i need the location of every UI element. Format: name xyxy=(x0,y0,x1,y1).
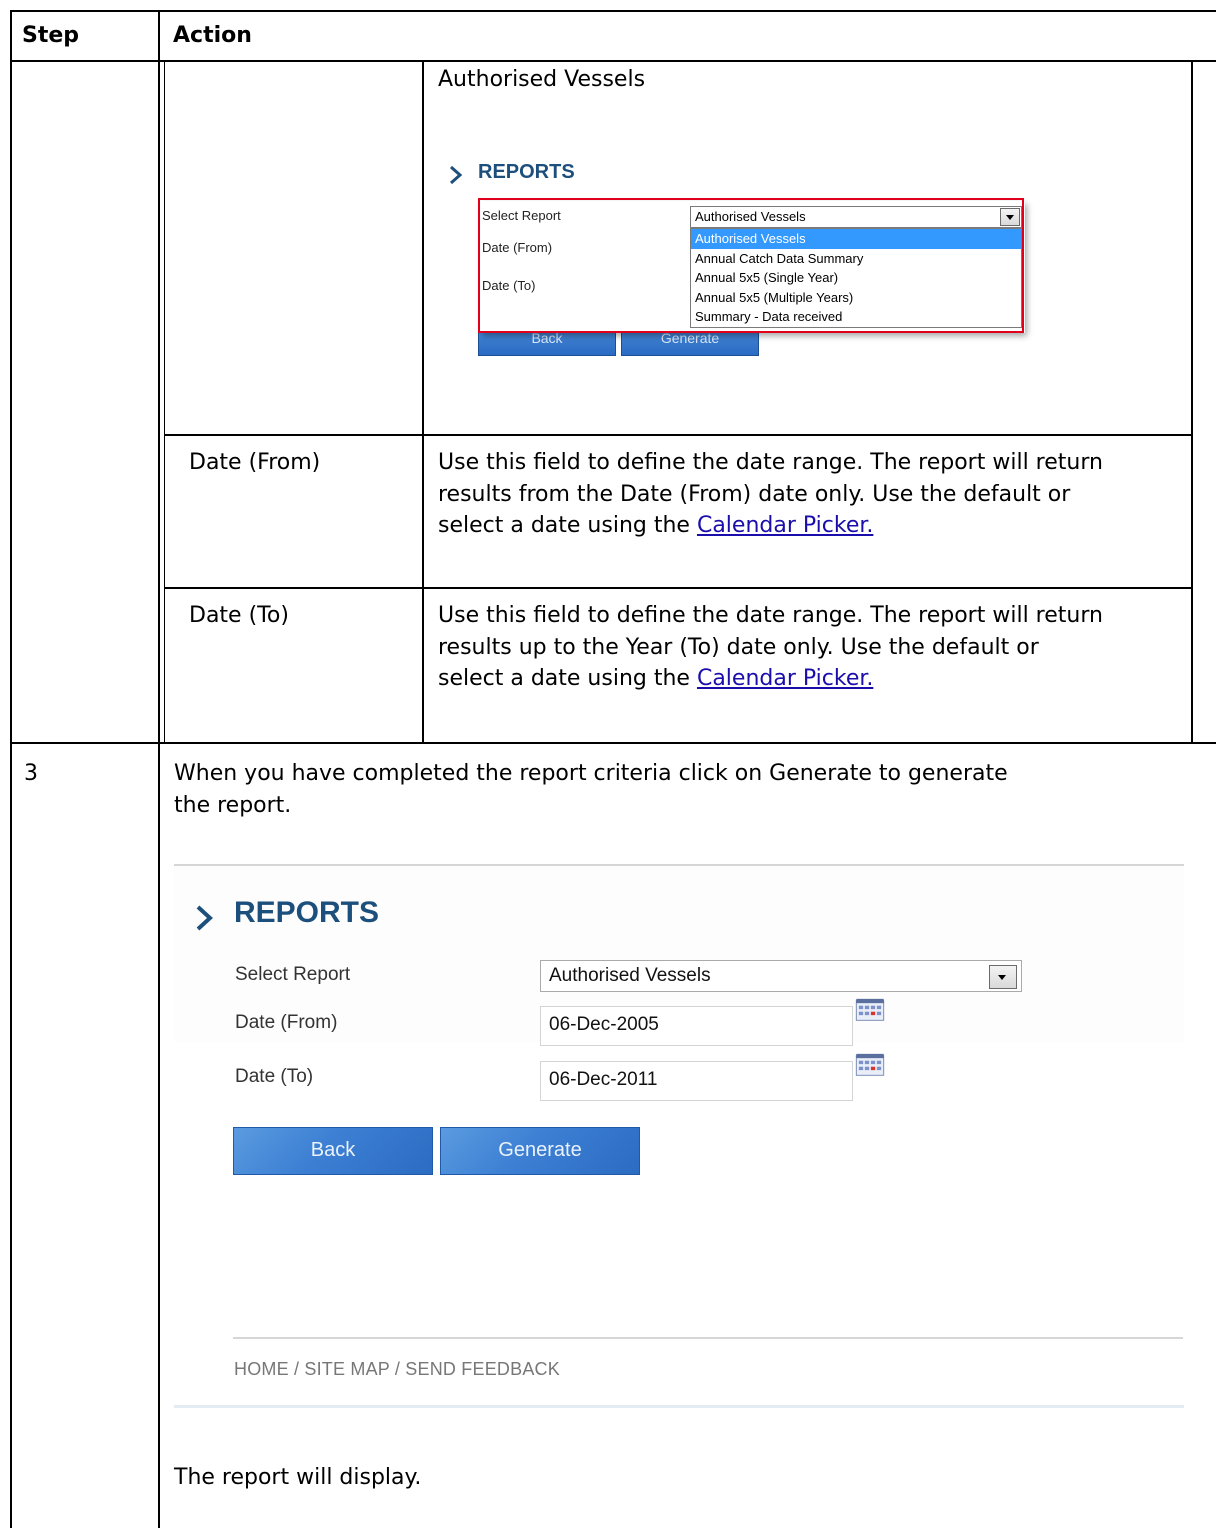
reports-heading-small: REPORTS xyxy=(478,161,575,183)
footer-links[interactable]: HOME / SITE MAP / SEND FEEDBACK xyxy=(234,1359,560,1380)
dropdown-arrow-icon[interactable] xyxy=(989,965,1017,989)
chevron-right-icon xyxy=(196,905,213,931)
date-to-desc-2: results up to the Year (To) date only. U… xyxy=(438,635,1039,660)
date-from-input[interactable]: 06-Dec-2005 xyxy=(540,1006,853,1046)
highlight-box xyxy=(478,198,1024,333)
report-select-value: Authorised Vessels xyxy=(549,965,711,986)
reports-heading-large: REPORTS xyxy=(234,896,380,929)
back-button[interactable]: Back xyxy=(233,1127,433,1175)
date-from-desc-3: select a date using the Calendar Picker. xyxy=(438,510,873,541)
date-from-desc-3-text: select a date using the xyxy=(438,513,697,538)
date-to-input[interactable]: 06-Dec-2011 xyxy=(540,1061,853,1101)
select-report-label: Select Report xyxy=(235,964,351,985)
calendar-icon[interactable] xyxy=(853,1053,887,1077)
chevron-right-icon xyxy=(450,165,463,185)
date-to-field: Date (To) xyxy=(189,603,289,628)
header-step: Step xyxy=(22,23,80,48)
field-title: Authorised Vessels xyxy=(438,67,646,92)
calendar-icon[interactable] xyxy=(853,998,887,1022)
calendar-picker-link[interactable]: Calendar Picker. xyxy=(697,513,873,538)
date-from-field: Date (From) xyxy=(189,450,321,475)
date-from-desc-1: Use this field to define the date range.… xyxy=(438,450,1103,475)
date-from-label: Date (From) xyxy=(235,1012,338,1033)
calendar-picker-link[interactable]: Calendar Picker. xyxy=(697,666,873,691)
report-select[interactable]: Authorised Vessels xyxy=(540,960,1022,992)
date-to-desc-1: Use this field to define the date range.… xyxy=(438,603,1103,628)
date-from-desc-2: results from the Date (From) date only. … xyxy=(438,482,1071,507)
instruction-line-2: the report. xyxy=(174,793,292,818)
step-number: 3 xyxy=(24,761,38,786)
header-action: Action xyxy=(173,23,252,48)
generate-button[interactable]: Generate xyxy=(440,1127,640,1175)
date-to-desc-3: select a date using the Calendar Picker. xyxy=(438,663,873,694)
date-to-desc-3-text: select a date using the xyxy=(438,666,697,691)
result-text: The report will display. xyxy=(174,1465,422,1490)
date-to-label: Date (To) xyxy=(235,1066,314,1087)
instruction-line-1: When you have completed the report crite… xyxy=(174,761,1008,786)
